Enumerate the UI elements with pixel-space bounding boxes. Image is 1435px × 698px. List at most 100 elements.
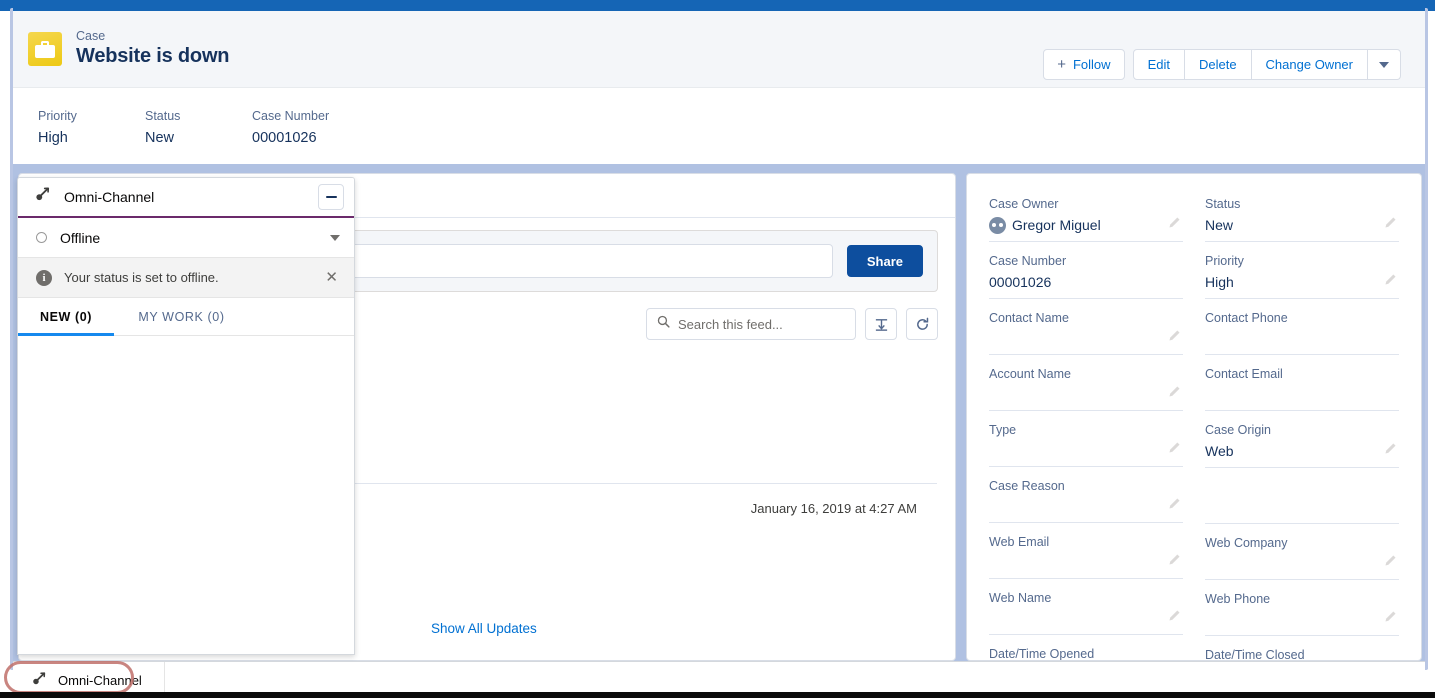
refresh-icon[interactable]	[906, 308, 938, 340]
field-label: Account Name	[989, 366, 1183, 383]
edit-pencil-icon[interactable]	[1384, 442, 1397, 460]
field-label: Case Owner	[989, 196, 1183, 213]
field-web-email: Web Email	[989, 534, 1183, 579]
field-label: Contact Phone	[1205, 310, 1399, 327]
screenshot-root: Case Website is down + Follow Edit Delet…	[0, 0, 1435, 698]
detail-grid: Case Owner Gregor Miguel Case Number 000…	[989, 196, 1399, 661]
field-case-origin: Case Origin Web	[1205, 422, 1399, 468]
record-title-group: Case Website is down	[76, 29, 229, 69]
field-label: Web Email	[989, 534, 1183, 551]
field-case-owner: Case Owner Gregor Miguel	[989, 196, 1183, 242]
highlight-label: Status	[145, 108, 252, 124]
highlight-case-number: Case Number 00001026	[252, 108, 359, 163]
highlight-label: Priority	[38, 108, 145, 124]
edit-pencil-icon[interactable]	[1168, 329, 1181, 347]
field-priority: Priority High	[1205, 253, 1399, 299]
field-label: Date/Time Closed	[1205, 647, 1399, 661]
edit-button[interactable]: Edit	[1133, 49, 1185, 80]
edit-pencil-icon[interactable]	[1168, 497, 1181, 515]
omni-toast-message: Your status is set to offline.	[64, 270, 322, 285]
field-label: Web Company	[1205, 535, 1399, 552]
show-all-updates-link[interactable]: Show All Updates	[431, 621, 537, 636]
field-contact-name: Contact Name	[989, 310, 1183, 355]
field-contact-phone: Contact Phone	[1205, 310, 1399, 355]
omni-channel-header: Omni-Channel	[18, 178, 354, 218]
tab-new[interactable]: NEW (0)	[18, 298, 114, 335]
follow-button[interactable]: + Follow	[1043, 49, 1124, 80]
field-label: Case Origin	[1205, 422, 1399, 439]
header-action-group: Edit Delete Change Owner	[1133, 49, 1401, 80]
highlights-panel: Priority High Status New Case Number 000…	[13, 88, 1425, 163]
record-type-label: Case	[76, 29, 229, 44]
edit-pencil-icon[interactable]	[1168, 609, 1181, 627]
field-label: Type	[989, 422, 1183, 439]
field-label: Date/Time Opened	[989, 646, 1183, 661]
field-value: High	[1205, 271, 1399, 293]
case-owner-link[interactable]: Gregor Miguel	[1012, 214, 1101, 236]
case-details-panel: Case Owner Gregor Miguel Case Number 000…	[966, 173, 1422, 661]
field-web-name: Web Name	[989, 590, 1183, 635]
record-header: Case Website is down + Follow Edit Delet…	[13, 11, 1425, 88]
edit-pencil-icon[interactable]	[1168, 216, 1181, 234]
field-contact-email: Contact Email	[1205, 366, 1399, 411]
follow-button-label: Follow	[1073, 57, 1111, 72]
edit-pencil-icon[interactable]	[1168, 385, 1181, 403]
field-datetime-closed: Date/Time Closed	[1205, 647, 1399, 661]
screen-bottom-edge	[0, 692, 1435, 698]
delete-button[interactable]: Delete	[1185, 49, 1252, 80]
more-actions-button[interactable]	[1368, 49, 1401, 80]
field-label: Case Reason	[989, 478, 1183, 495]
field-label: Case Number	[989, 253, 1183, 270]
detail-column-right: Status New Priority High Contact Phone	[1205, 196, 1399, 661]
avatar	[989, 217, 1006, 234]
status-offline-icon	[36, 232, 47, 243]
info-icon: i	[36, 270, 52, 286]
edit-pencil-icon[interactable]	[1384, 273, 1397, 291]
feed-item-timestamp: January 16, 2019 at 4:27 AM	[751, 501, 917, 516]
omni-channel-title: Omni-Channel	[64, 189, 318, 205]
field-value: Web	[1205, 440, 1399, 462]
field-datetime-opened: Date/Time Opened 12/31/2018 9:08 PM	[989, 646, 1183, 661]
highlight-priority: Priority High	[38, 108, 145, 163]
field-account-name: Account Name	[989, 366, 1183, 411]
highlight-value: High	[38, 127, 145, 149]
edit-pencil-icon[interactable]	[1384, 554, 1397, 572]
omni-status-label: Offline	[60, 230, 330, 246]
close-icon[interactable]: ✕	[322, 268, 341, 287]
minimize-icon[interactable]	[318, 184, 344, 210]
edit-pencil-icon[interactable]	[1384, 216, 1397, 234]
case-briefcase-icon	[28, 32, 62, 66]
omni-channel-icon	[34, 186, 51, 208]
edit-pencil-icon[interactable]	[1168, 553, 1181, 571]
field-value: Gregor Miguel	[989, 214, 1183, 236]
feed-search-placeholder: Search this feed...	[678, 317, 783, 332]
field-case-number: Case Number 00001026	[989, 253, 1183, 299]
field-label: Web Phone	[1205, 591, 1399, 608]
highlight-label: Case Number	[252, 108, 359, 124]
field-label: Priority	[1205, 253, 1399, 270]
sort-icon[interactable]	[865, 308, 897, 340]
utility-item-label: Omni-Channel	[58, 673, 142, 688]
header-actions: + Follow Edit Delete Change Owner	[1043, 49, 1401, 80]
field-label: Status	[1205, 196, 1399, 213]
edit-pencil-icon[interactable]	[1168, 441, 1181, 459]
feed-search-box[interactable]: Search this feed...	[646, 308, 856, 340]
field-case-reason: Case Reason	[989, 478, 1183, 523]
field-status: Status New	[1205, 196, 1399, 242]
field-label: Contact Name	[989, 310, 1183, 327]
highlight-status: Status New	[145, 108, 252, 163]
edit-pencil-icon[interactable]	[1384, 610, 1397, 628]
highlight-value: 00001026	[252, 127, 359, 149]
field-type: Type	[989, 422, 1183, 467]
tab-my-work[interactable]: MY WORK (0)	[114, 298, 249, 335]
field-label: Web Name	[989, 590, 1183, 607]
share-button[interactable]: Share	[847, 245, 923, 277]
omni-status-selector[interactable]: Offline	[18, 218, 354, 258]
omni-channel-tabs: NEW (0) MY WORK (0)	[18, 298, 354, 336]
field-label: Contact Email	[1205, 366, 1399, 383]
omni-channel-panel: Omni-Channel Offline i Your status is se…	[17, 177, 355, 655]
page-title: Website is down	[76, 44, 229, 69]
change-owner-button[interactable]: Change Owner	[1252, 49, 1368, 80]
field-web-company: Web Company	[1205, 535, 1399, 580]
detail-column-left: Case Owner Gregor Miguel Case Number 000…	[989, 196, 1183, 661]
